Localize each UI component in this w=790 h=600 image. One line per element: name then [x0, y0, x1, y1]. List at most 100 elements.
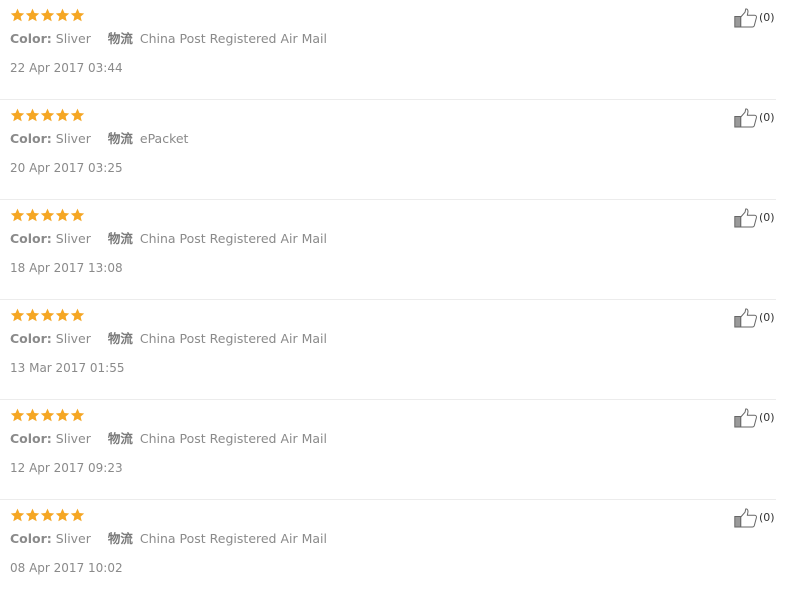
star-icon: [70, 508, 85, 522]
review-date: 20 Apr 2017 03:25: [10, 161, 123, 175]
star-icon: [55, 8, 70, 22]
shipping-label: 物流: [107, 431, 133, 446]
thumbs-up-glyph: [734, 208, 757, 228]
star-rating: [10, 408, 85, 423]
thumbs-up-icon[interactable]: [734, 308, 758, 328]
star-icon: [25, 8, 40, 22]
review-info: Color: Sliver 物流 ePacket: [10, 130, 188, 147]
star-icon: [10, 508, 25, 522]
star-icon: [55, 208, 70, 222]
thumbs-up-icon[interactable]: [734, 208, 758, 228]
star-icon: [10, 208, 25, 222]
review-info: Color: Sliver 物流 China Post Registered A…: [10, 430, 327, 447]
thumbs-up-icon[interactable]: [734, 408, 758, 428]
thumbs-up-glyph: [734, 408, 757, 428]
color-value: Sliver: [55, 231, 91, 246]
star-rating: [10, 108, 85, 123]
color-label: Color:: [10, 231, 52, 246]
helpful-button[interactable]: (0): [734, 408, 775, 428]
star-rating: [10, 8, 85, 23]
star-icon: [25, 508, 40, 522]
shipping-label: 物流: [107, 531, 133, 546]
star-rating: [10, 308, 85, 323]
review-info: Color: Sliver 物流 China Post Registered A…: [10, 30, 327, 47]
star-icon: [55, 308, 70, 322]
thumbs-up-icon[interactable]: [734, 8, 758, 28]
review-item: Color: Sliver 物流 China Post Registered A…: [0, 500, 776, 600]
helpful-count: (0): [759, 11, 775, 24]
star-icon: [10, 308, 25, 322]
review-date: 08 Apr 2017 10:02: [10, 561, 123, 575]
review-date: 18 Apr 2017 13:08: [10, 261, 123, 275]
helpful-button[interactable]: (0): [734, 208, 775, 228]
star-icon: [70, 308, 85, 322]
star-icon: [40, 508, 55, 522]
review-item: Color: Sliver 物流 ePacket 20 Apr 2017 03:…: [0, 100, 776, 200]
review-list: Color: Sliver 物流 China Post Registered A…: [0, 0, 790, 590]
star-icon: [40, 308, 55, 322]
star-icon: [25, 308, 40, 322]
star-rating: [10, 508, 85, 523]
shipping-label: 物流: [107, 31, 133, 46]
helpful-count: (0): [759, 311, 775, 324]
color-value: Sliver: [55, 531, 91, 546]
thumbs-up-glyph: [734, 508, 757, 528]
star-icon: [55, 108, 70, 122]
review-item: Color: Sliver 物流 China Post Registered A…: [0, 400, 776, 500]
star-icon: [70, 8, 85, 22]
shipping-label: 物流: [107, 231, 133, 246]
review-item: Color: Sliver 物流 China Post Registered A…: [0, 300, 776, 400]
star-icon: [25, 408, 40, 422]
color-value: Sliver: [55, 431, 91, 446]
color-label: Color:: [10, 431, 52, 446]
review-info: Color: Sliver 物流 China Post Registered A…: [10, 530, 327, 547]
review-date: 12 Apr 2017 09:23: [10, 461, 123, 475]
shipping-value: ePacket: [139, 131, 189, 146]
review-date: 22 Apr 2017 03:44: [10, 61, 123, 75]
star-icon: [40, 208, 55, 222]
review-item: Color: Sliver 物流 China Post Registered A…: [0, 200, 776, 300]
review-item: Color: Sliver 物流 China Post Registered A…: [0, 0, 776, 100]
thumbs-up-glyph: [734, 308, 757, 328]
star-icon: [70, 408, 85, 422]
shipping-value: China Post Registered Air Mail: [139, 231, 327, 246]
shipping-label: 物流: [107, 131, 133, 146]
star-icon: [55, 408, 70, 422]
star-icon: [55, 508, 70, 522]
helpful-button[interactable]: (0): [734, 8, 775, 28]
helpful-count: (0): [759, 111, 775, 124]
helpful-count: (0): [759, 211, 775, 224]
star-icon: [10, 408, 25, 422]
review-date: 13 Mar 2017 01:55: [10, 361, 125, 375]
thumbs-up-icon[interactable]: [734, 508, 758, 528]
color-label: Color:: [10, 31, 52, 46]
thumbs-up-glyph: [734, 8, 757, 28]
star-icon: [70, 108, 85, 122]
shipping-value: China Post Registered Air Mail: [139, 531, 327, 546]
review-info: Color: Sliver 物流 China Post Registered A…: [10, 230, 327, 247]
color-value: Sliver: [55, 331, 91, 346]
star-icon: [25, 208, 40, 222]
color-label: Color:: [10, 331, 52, 346]
thumbs-up-icon[interactable]: [734, 108, 758, 128]
shipping-value: China Post Registered Air Mail: [139, 431, 327, 446]
color-label: Color:: [10, 131, 52, 146]
helpful-button[interactable]: (0): [734, 308, 775, 328]
star-icon: [40, 108, 55, 122]
star-icon: [10, 108, 25, 122]
star-icon: [25, 108, 40, 122]
color-label: Color:: [10, 531, 52, 546]
helpful-count: (0): [759, 411, 775, 424]
helpful-button[interactable]: (0): [734, 508, 775, 528]
shipping-value: China Post Registered Air Mail: [139, 331, 327, 346]
star-rating: [10, 208, 85, 223]
star-icon: [40, 408, 55, 422]
color-value: Sliver: [55, 31, 91, 46]
thumbs-up-glyph: [734, 108, 757, 128]
shipping-value: China Post Registered Air Mail: [139, 31, 327, 46]
helpful-button[interactable]: (0): [734, 108, 775, 128]
review-info: Color: Sliver 物流 China Post Registered A…: [10, 330, 327, 347]
helpful-count: (0): [759, 511, 775, 524]
star-icon: [70, 208, 85, 222]
star-icon: [40, 8, 55, 22]
